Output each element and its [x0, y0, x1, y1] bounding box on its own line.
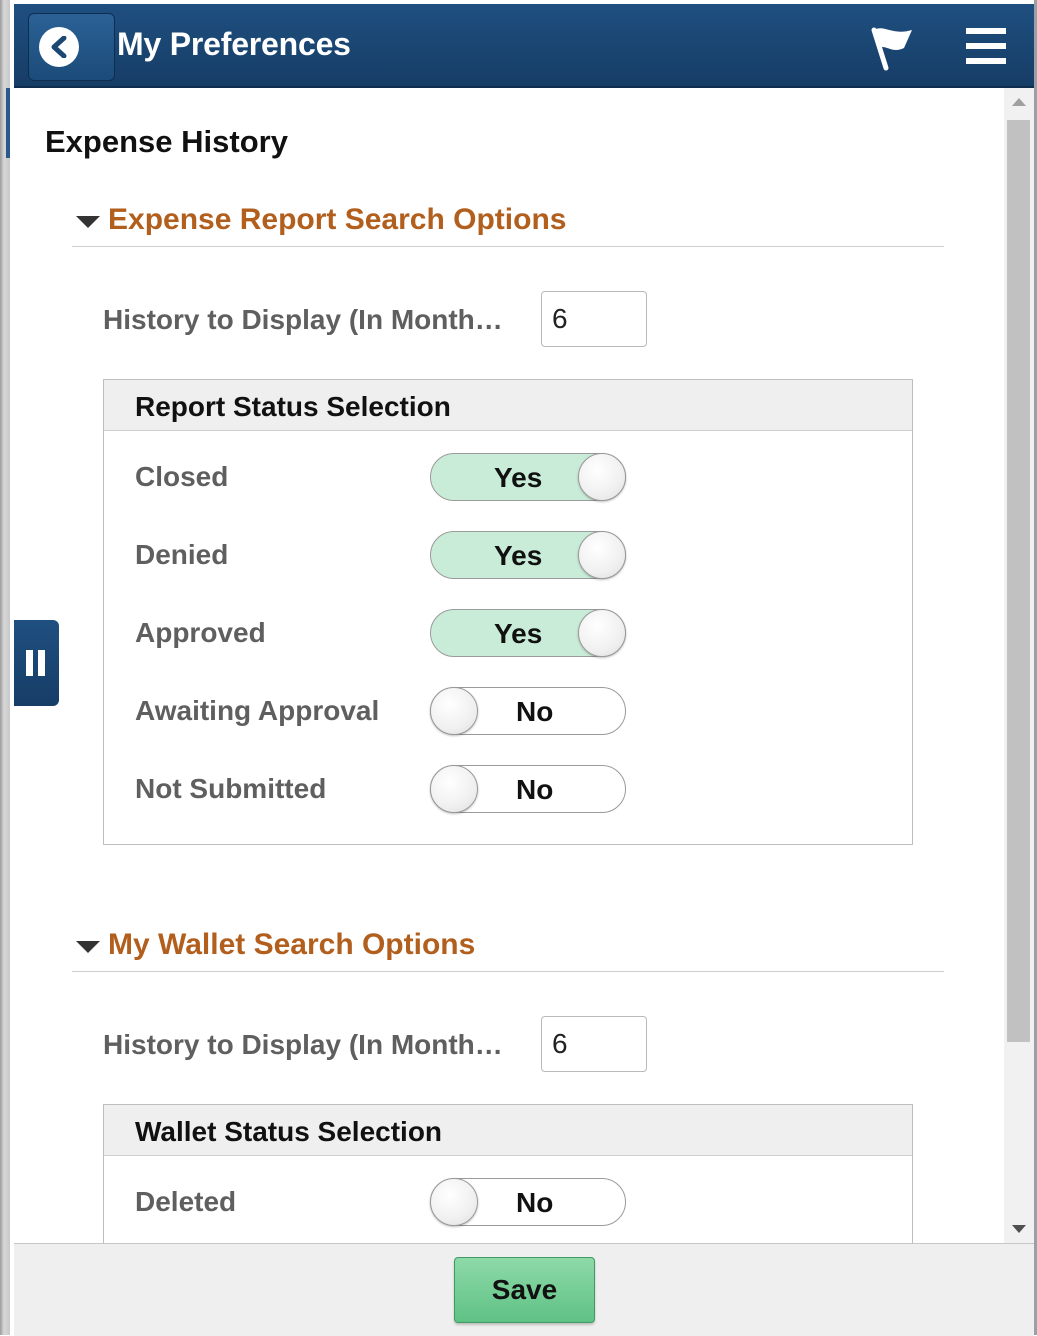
status-label: Approved	[135, 617, 266, 648]
status-label: Closed	[135, 461, 229, 492]
history-months-label: History to Display (In Month…	[103, 304, 503, 335]
scrollbar-thumb[interactable]	[1007, 120, 1030, 1042]
section-title: Expense Report Search Options	[108, 203, 567, 236]
report-status-group: Report Status Selection Closed Yes Denie…	[103, 379, 913, 845]
wallet-history-months-input[interactable]	[541, 1016, 647, 1072]
toggle-knob[interactable]	[430, 765, 478, 813]
group-title: Report Status Selection	[135, 391, 451, 422]
collapse-triangle-icon[interactable]	[76, 216, 100, 228]
vertical-scrollbar[interactable]	[1004, 88, 1034, 1243]
page-header-title: My Preferences	[117, 26, 351, 62]
toggle-state: Yes	[494, 618, 543, 649]
page-title: Expense History	[45, 124, 288, 159]
collapse-triangle-icon[interactable]	[76, 941, 100, 953]
status-row-awaiting-approval: Awaiting Approval No	[104, 678, 912, 756]
footer-bar: Save	[14, 1243, 1034, 1336]
not-submitted-toggle[interactable]: No	[430, 765, 626, 813]
toggle-knob[interactable]	[430, 1178, 478, 1226]
approved-toggle[interactable]: Yes	[430, 609, 626, 657]
group-header: Report Status Selection	[104, 380, 912, 431]
status-label: Not Submitted	[135, 773, 327, 804]
toggle-state: No	[516, 774, 554, 805]
toggle-knob[interactable]	[430, 687, 478, 735]
toggle-knob[interactable]	[578, 609, 626, 657]
hamburger-menu-icon[interactable]	[966, 26, 1008, 71]
back-button[interactable]	[28, 13, 115, 81]
toggle-state: Yes	[494, 462, 543, 493]
save-button[interactable]: Save	[454, 1257, 595, 1323]
frame-accent	[6, 88, 10, 158]
chevron-left-icon	[39, 27, 79, 67]
deleted-toggle[interactable]: No	[430, 1178, 626, 1226]
status-row-deleted: Deleted No	[104, 1169, 912, 1243]
toggle-state: No	[516, 696, 554, 727]
pause-bar-icon	[26, 650, 33, 676]
expense-report-section-header[interactable]: Expense Report Search Options	[72, 202, 944, 247]
denied-toggle[interactable]: Yes	[430, 531, 626, 579]
flag-icon[interactable]	[866, 24, 916, 77]
toggle-knob[interactable]	[578, 531, 626, 579]
app-header: My Preferences	[14, 4, 1034, 88]
wallet-history-months-label: History to Display (In Month…	[103, 1029, 503, 1060]
main-content: Expense History Expense Report Search Op…	[14, 88, 1004, 1243]
status-label: Deleted	[135, 1186, 237, 1217]
toggle-state: No	[516, 1187, 554, 1218]
window-frame-left	[0, 0, 10, 1335]
status-label: Awaiting Approval	[135, 695, 380, 726]
status-row-denied: Denied Yes	[104, 522, 912, 600]
wallet-status-group: Wallet Status Selection Deleted No	[103, 1104, 913, 1243]
status-label: Denied	[135, 539, 229, 570]
status-row-closed: Closed Yes	[104, 444, 912, 522]
status-row-not-submitted: Not Submitted No	[104, 756, 912, 834]
pause-bar-icon	[38, 650, 45, 676]
closed-toggle[interactable]: Yes	[430, 453, 626, 501]
awaiting-approval-toggle[interactable]: No	[430, 687, 626, 735]
side-panel-toggle[interactable]	[14, 620, 59, 706]
group-title: Wallet Status Selection	[135, 1116, 443, 1147]
section-title: My Wallet Search Options	[108, 928, 476, 961]
wallet-section-header[interactable]: My Wallet Search Options	[72, 927, 944, 972]
history-months-input[interactable]	[541, 291, 647, 347]
status-row-approved: Approved Yes	[104, 600, 912, 678]
toggle-state: Yes	[494, 540, 543, 571]
group-header: Wallet Status Selection	[104, 1105, 912, 1156]
toggle-knob[interactable]	[578, 453, 626, 501]
scroll-down-arrow-icon[interactable]	[1012, 1225, 1026, 1233]
scroll-up-arrow-icon[interactable]	[1012, 98, 1026, 106]
